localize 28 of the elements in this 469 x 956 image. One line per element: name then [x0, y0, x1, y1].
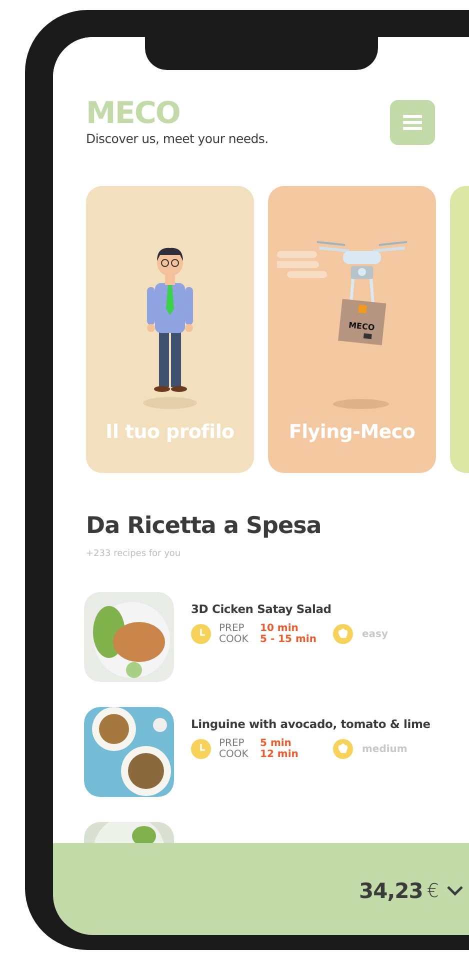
section-title: Da Ricetta a Spesa	[86, 513, 322, 539]
cook-time: 12 min	[260, 749, 300, 760]
prep-label: PREP	[219, 738, 246, 749]
tagline: Discover us, meet your needs.	[86, 131, 268, 146]
card-title: Il tuo profilo	[106, 421, 234, 443]
prep-time: 5 min	[260, 738, 292, 749]
cook-label: COOK	[219, 634, 250, 645]
clock-icon	[191, 624, 211, 644]
recipe-title[interactable]: Linguine with avocado, tomato & lime	[191, 717, 430, 731]
recipe-title[interactable]: 3D Cicken Satay Salad	[191, 602, 388, 616]
menu-button[interactable]	[390, 100, 435, 145]
menu-icon	[403, 115, 422, 130]
currency-symbol: €	[426, 880, 439, 902]
feature-card[interactable]: MECO Flying-Meco	[268, 186, 436, 473]
clock-icon	[191, 739, 211, 759]
card-title: Flying-Meco	[288, 421, 416, 443]
meco-logo: MECO	[86, 100, 181, 128]
chevron-down-icon	[447, 886, 463, 896]
expand-button[interactable]	[447, 886, 463, 896]
cart-total: 34,23	[358, 879, 423, 903]
chef-hat-icon	[333, 624, 353, 644]
box-label: MECO	[348, 320, 376, 332]
cook-time: 5 - 15 min	[260, 634, 318, 645]
cook-label: COOK	[219, 749, 250, 760]
chef-hat-icon	[333, 739, 353, 759]
prep-label: PREP	[219, 623, 246, 634]
prep-time: 10 min	[260, 623, 300, 634]
section-subtitle: +233 recipes for you	[86, 549, 182, 559]
